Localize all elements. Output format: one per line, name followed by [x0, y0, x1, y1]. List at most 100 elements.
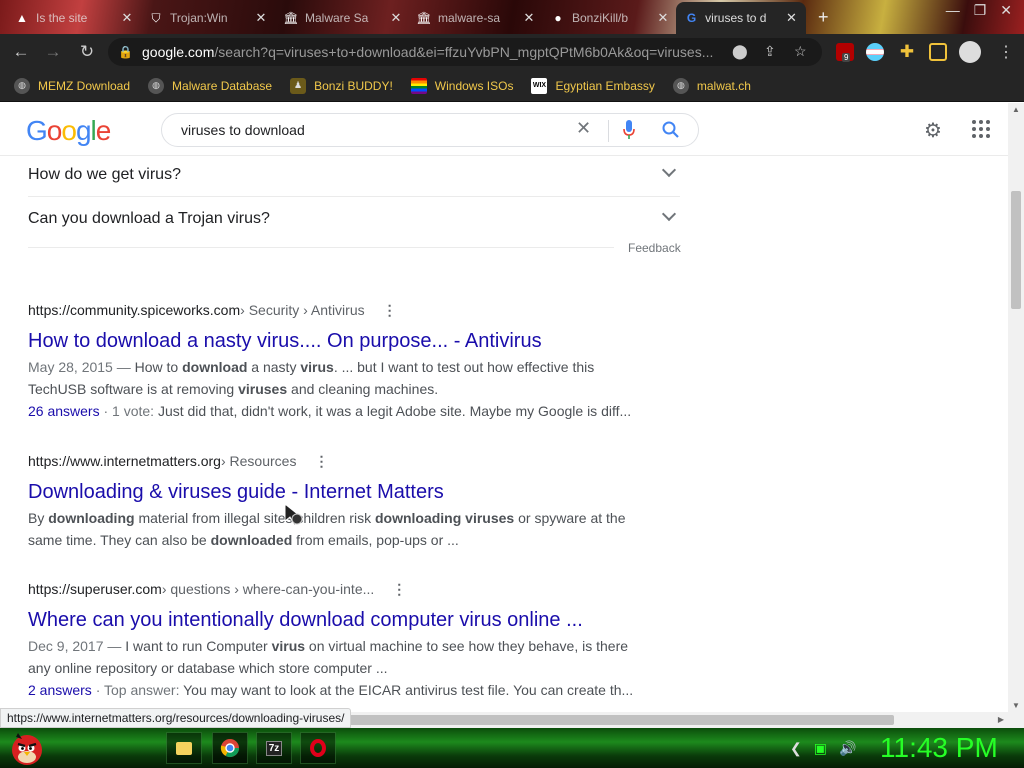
minimize-icon[interactable]: —: [946, 2, 960, 19]
scroll-right-icon[interactable]: ▶: [998, 715, 1004, 724]
bookmark-star-icon[interactable]: ☆: [794, 43, 807, 60]
more-options-icon[interactable]: ⋮: [392, 581, 406, 598]
puzzle-extensions-icon[interactable]: ✚: [896, 41, 918, 63]
close-icon[interactable]: ✕: [389, 10, 403, 26]
search-input[interactable]: viruses to download: [181, 122, 305, 138]
result-title[interactable]: Downloading & viruses guide - Internet M…: [28, 479, 648, 505]
restore-icon[interactable]: ❐: [974, 2, 987, 19]
profile-avatar[interactable]: [959, 41, 981, 63]
paa-question: Can you download a Trojan virus?: [28, 210, 270, 227]
answers-link[interactable]: 2 answers: [28, 682, 92, 698]
tab[interactable]: ▲ Is the site ✕: [6, 4, 142, 32]
close-icon[interactable]: ✕: [254, 10, 268, 26]
file-explorer-icon[interactable]: [166, 732, 202, 764]
bookmark-label: Bonzi BUDDY!: [314, 78, 393, 93]
scroll-down-icon[interactable]: ▼: [1012, 701, 1020, 710]
bookmark-label: Malware Database: [172, 78, 273, 93]
new-tab-button[interactable]: +: [818, 7, 829, 28]
people-also-ask-item[interactable]: How do we get virus?: [28, 156, 680, 197]
browser-toolbar: ← → ↻ 🔒 google.com/search?q=viruses+to+d…: [0, 34, 1024, 70]
address-bar[interactable]: 🔒 google.com/search?q=viruses+to+downloa…: [108, 38, 822, 66]
flag-extension-icon[interactable]: [866, 43, 884, 61]
globe-icon: ◍: [148, 77, 165, 94]
bookmark-label: MEMZ Download: [38, 78, 131, 93]
more-options-icon[interactable]: ⋮: [314, 453, 328, 470]
bank-icon: 🏛: [416, 11, 432, 25]
tab-title: Trojan:Win: [170, 11, 228, 25]
close-icon[interactable]: ✕: [120, 10, 134, 26]
7zip-icon[interactable]: 7z: [256, 732, 292, 764]
extension-badge: 9: [842, 53, 851, 62]
result-url[interactable]: https://www.internetmatters.org › Resour…: [28, 451, 648, 471]
result-title[interactable]: Where can you intentionally download com…: [28, 607, 648, 633]
tab[interactable]: 🏛 malware-sa ✕: [408, 4, 544, 32]
google-logo[interactable]: Google: [26, 115, 111, 147]
forward-arrow-icon[interactable]: →: [42, 41, 64, 63]
network-icon[interactable]: ▣: [814, 740, 827, 757]
tab-active[interactable]: G viruses to d ✕: [676, 2, 806, 34]
url-text[interactable]: google.com/search?q=viruses+to+download&…: [142, 44, 722, 60]
search-icon[interactable]: [661, 120, 681, 140]
bookmark[interactable]: ◍ MEMZ Download: [14, 77, 131, 94]
tab[interactable]: ● BonziKill/b ✕: [542, 4, 678, 32]
google-icon: G: [686, 11, 697, 25]
share-icon[interactable]: ⇪: [764, 43, 776, 60]
google-apps-icon[interactable]: [972, 120, 990, 138]
location-pin-icon[interactable]: ⬤: [732, 43, 748, 60]
search-result: https://superuser.com › questions › wher…: [28, 579, 648, 701]
bookmark[interactable]: ◍ malwat.ch: [672, 77, 751, 94]
result-url[interactable]: https://community.spiceworks.com › Secur…: [28, 300, 648, 320]
back-arrow-icon[interactable]: ←: [10, 41, 32, 63]
vertical-scrollbar[interactable]: ▲ ▼: [1008, 103, 1024, 712]
tab-title: viruses to d: [705, 11, 767, 25]
close-icon[interactable]: ✕: [785, 10, 798, 26]
warning-icon: ▲: [16, 11, 28, 25]
bookmark[interactable]: ◍ Malware Database: [148, 77, 273, 94]
bookmark[interactable]: WIX Egyptian Embassy: [531, 77, 655, 94]
close-icon[interactable]: ✕: [656, 10, 670, 26]
tab-title: BonziKill/b: [572, 11, 629, 25]
ublock-extension-icon[interactable]: 9: [836, 43, 854, 62]
bookmark-label: Windows ISOs: [434, 78, 514, 93]
answers-link[interactable]: 26 answers: [28, 403, 100, 419]
result-url[interactable]: https://superuser.com › questions › wher…: [28, 579, 648, 599]
search-result: https://www.internetmatters.org › Resour…: [28, 451, 648, 551]
clock[interactable]: 11:43 PM: [880, 732, 998, 764]
clear-icon[interactable]: ✕: [576, 118, 591, 139]
feedback-link[interactable]: Feedback: [628, 241, 681, 255]
reload-icon[interactable]: ↻: [76, 41, 98, 63]
menu-kebab-icon[interactable]: ⋮: [998, 42, 1014, 62]
opera-icon[interactable]: [300, 732, 336, 764]
divider: [28, 247, 614, 248]
divider: [608, 120, 609, 142]
tab[interactable]: 🏛 Malware Sa ✕: [275, 4, 411, 32]
tab[interactable]: ⛉ Trojan:Win ✕: [140, 4, 276, 32]
tab-strip: ▲ Is the site ✕ ⛉ Trojan:Win ✕ 🏛 Malware…: [0, 0, 1024, 34]
globe-icon: ◍: [672, 77, 689, 94]
lock-icon[interactable]: 🔒: [118, 45, 134, 59]
sidepanel-icon[interactable]: [929, 43, 947, 61]
start-button-angry-bird-icon[interactable]: [8, 729, 46, 767]
scroll-thumb[interactable]: [1011, 191, 1021, 309]
more-options-icon[interactable]: ⋮: [383, 302, 397, 319]
bookmark[interactable]: Windows ISOs: [410, 77, 514, 94]
search-result: https://community.spiceworks.com › Secur…: [28, 300, 648, 422]
bookmarks-bar: ◍ MEMZ Download ◍ Malware Database ♟ Bon…: [0, 70, 1024, 102]
settings-gear-icon[interactable]: ⚙: [924, 118, 942, 143]
mouse-cursor-icon: [284, 503, 303, 526]
search-box[interactable]: viruses to download ✕: [161, 113, 699, 147]
chevron-up-icon[interactable]: ❮: [790, 740, 802, 757]
close-icon[interactable]: ✕: [522, 10, 536, 26]
chrome-icon[interactable]: [212, 732, 248, 764]
close-window-icon[interactable]: ✕: [1000, 2, 1012, 19]
microphone-icon[interactable]: [623, 120, 635, 140]
globe-icon: ◍: [14, 77, 30, 94]
scroll-up-icon[interactable]: ▲: [1012, 105, 1020, 114]
result-site: https://superuser.com: [28, 581, 162, 597]
bookmark[interactable]: ♟ Bonzi BUDDY!: [290, 77, 393, 94]
bookmark-label: Egyptian Embassy: [555, 78, 655, 93]
people-also-ask-item[interactable]: Can you download a Trojan virus?: [28, 197, 680, 241]
volume-icon[interactable]: 🔊: [839, 740, 856, 757]
wix-icon: WIX: [531, 77, 548, 94]
result-title[interactable]: How to download a nasty virus.... On pur…: [28, 328, 648, 354]
